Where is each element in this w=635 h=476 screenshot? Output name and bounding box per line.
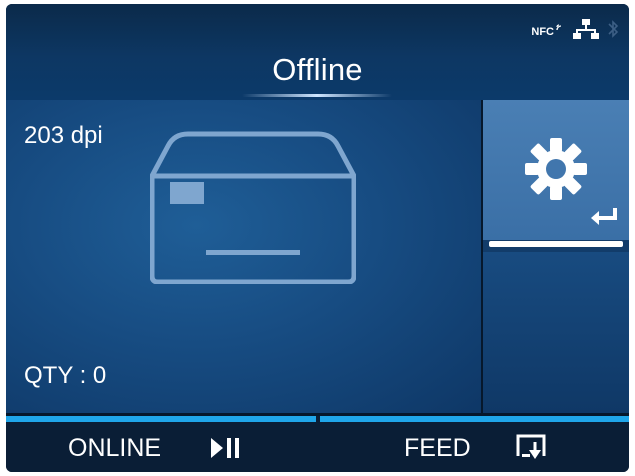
selection-indicator	[489, 241, 623, 247]
settings-button[interactable]	[483, 100, 629, 240]
status-icons: NFC	[531, 18, 619, 45]
bluetooth-icon	[607, 18, 619, 45]
play-pause-icon	[209, 436, 245, 465]
online-button[interactable]: ONLINE	[6, 416, 316, 472]
feed-accent-bar	[320, 416, 629, 422]
enter-icon	[589, 206, 619, 231]
feed-button[interactable]: FEED	[320, 416, 629, 472]
quantity-text: QTY : 0	[24, 362, 107, 389]
title-underline	[242, 94, 392, 97]
side-empty-slot	[483, 252, 629, 413]
printer-icon	[149, 130, 357, 289]
page-title: Offline	[272, 52, 363, 87]
feed-icon	[516, 434, 546, 467]
nfc-icon: NFC	[531, 23, 565, 38]
gear-icon	[523, 136, 589, 207]
side-menu	[483, 100, 629, 413]
online-accent-bar	[6, 416, 316, 422]
feed-label: FEED	[404, 434, 471, 462]
softkey-bar: ONLINE FEED	[6, 416, 629, 472]
lcd-screen: NFC Offline 203 dpi QTY: 0 ONLINE FEED	[6, 4, 629, 472]
nfc-label: NFC	[531, 25, 554, 38]
status-panel: 203 dpi QTY : 0	[6, 100, 481, 413]
network-icon	[573, 18, 599, 45]
online-label: ONLINE	[68, 434, 162, 462]
resolution-text: 203 dpi	[24, 122, 103, 149]
header-bar: NFC Offline	[6, 4, 629, 100]
